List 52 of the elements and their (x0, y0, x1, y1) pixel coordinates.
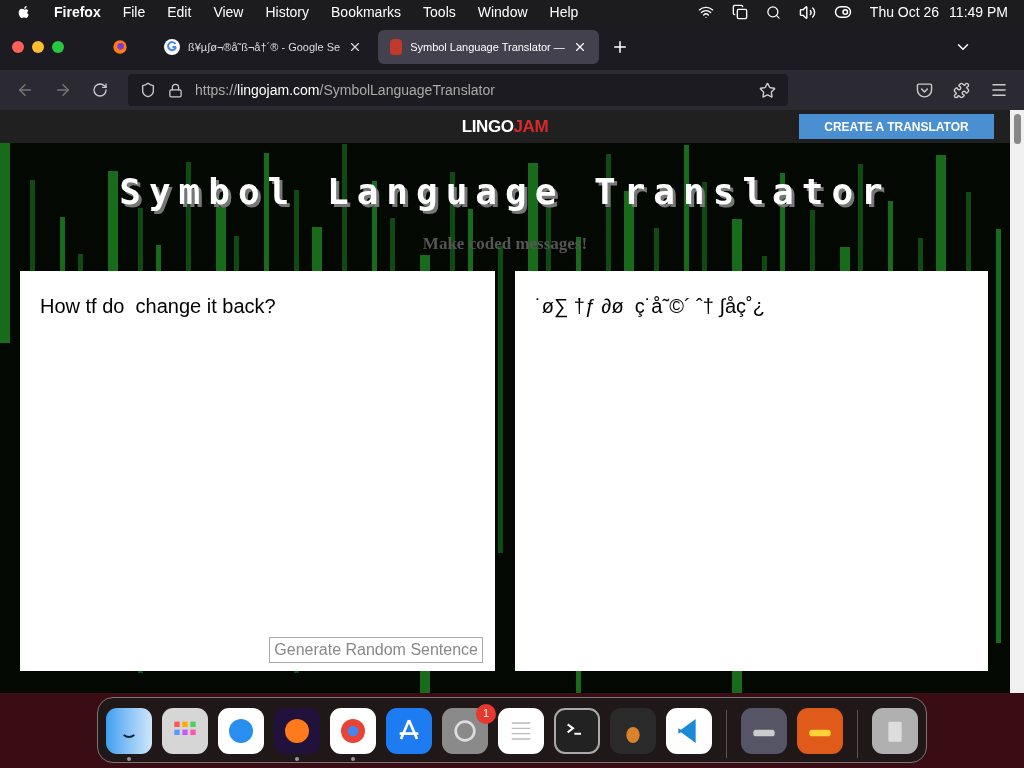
menu-icon[interactable] (990, 81, 1008, 99)
running-indicator (127, 756, 131, 761)
forward-icon[interactable] (54, 81, 72, 99)
menu-item[interactable]: Help (549, 1, 579, 23)
display-icon[interactable] (731, 4, 748, 20)
menu-item[interactable]: File (122, 1, 146, 23)
extensions-icon[interactable] (953, 81, 970, 99)
browser-tab[interactable]: Symbol Language Translator — (378, 30, 599, 64)
browser-logo-icon[interactable] (112, 39, 128, 55)
date[interactable]: Thu Oct 26 (869, 1, 940, 23)
page-title: Symbol Language Translator (119, 170, 891, 214)
input-text-area[interactable]: How tf do change it back? Generate Random Sentence (20, 270, 495, 671)
menu-item[interactable]: View (213, 1, 244, 23)
reload-icon[interactable] (92, 82, 108, 98)
menu-item[interactable]: Window (477, 1, 528, 23)
minimize-window-button[interactable] (32, 41, 44, 53)
site-favicon-icon (390, 39, 403, 55)
tab-title: Symbol Language Translator — (410, 39, 565, 55)
address-field[interactable]: https://lingojam.com/SymbolLanguageTranslator (128, 74, 788, 106)
google-logo-icon (164, 39, 180, 55)
generate-random-sentence-button[interactable]: Generate Random Sentence (269, 636, 483, 663)
terminal-app-icon[interactable] (554, 707, 600, 754)
search-icon[interactable] (765, 4, 781, 20)
input-text: How tf do change it back? (40, 293, 277, 319)
pocket-icon[interactable] (916, 81, 933, 99)
close-window-button[interactable] (12, 41, 24, 53)
lock-icon (168, 82, 183, 98)
menu-item[interactable]: Bookmarks (331, 1, 402, 23)
tab-title: ß¥µ∫ø¬®å˜ß¬å†´® - Google Se (188, 39, 341, 55)
back-icon[interactable] (16, 81, 34, 99)
menu-item[interactable]: Edit (167, 1, 192, 23)
launchpad-app-icon[interactable] (162, 707, 208, 754)
textedit-app-icon[interactable] (498, 707, 544, 754)
vertical-scrollbar[interactable] (1010, 110, 1024, 693)
running-indicator (295, 756, 299, 761)
browser-tab[interactable]: ß¥µ∫ø¬®å˜ß¬å†´® - Google Se (152, 30, 375, 64)
volume-icon[interactable] (798, 3, 816, 21)
output-text: ˙ø∑ †ƒ ∂ø ç˙å˜©´ ˆ† ∫åç˚¿ (535, 294, 765, 317)
site-logo[interactable]: LINGOJAM (461, 113, 549, 140)
shield-icon[interactable] (140, 82, 156, 98)
output-text-area[interactable]: ˙ø∑ †ƒ ∂ø ç˙å˜©´ ˆ† ∫åç˚¿ (515, 270, 988, 671)
app-menu[interactable]: Firefox (54, 1, 101, 23)
control-center-icon[interactable] (833, 3, 852, 21)
network-icon[interactable] (697, 4, 714, 20)
zoom-window-button[interactable] (52, 41, 64, 53)
time[interactable]: 11:49 PM (949, 1, 1008, 23)
running-indicator (351, 756, 355, 761)
bookmark-star-icon[interactable] (759, 81, 776, 99)
menu-item[interactable]: History (265, 1, 310, 23)
menu-item[interactable]: Tools (423, 1, 456, 23)
notification-badge: 1 (476, 703, 496, 724)
url-text: https://lingojam.com/SymbolLanguageTranslator (195, 80, 496, 100)
